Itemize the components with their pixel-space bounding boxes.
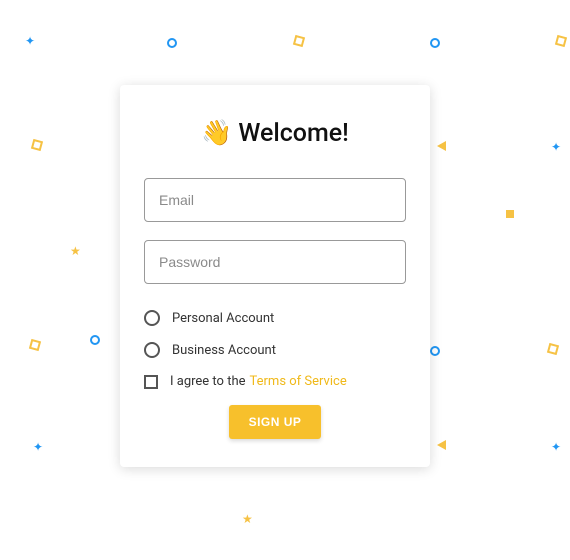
- confetti-star-icon: ✦: [33, 440, 43, 454]
- radio-business-account[interactable]: Business Account: [144, 342, 406, 358]
- confetti-star-icon: ✦: [25, 34, 35, 48]
- password-field[interactable]: [144, 240, 406, 284]
- checkbox-icon: [144, 375, 158, 389]
- confetti-square-icon: [31, 139, 43, 151]
- radio-personal-account[interactable]: Personal Account: [144, 310, 406, 326]
- checkbox-agree-tos[interactable]: I agree to the Terms of Service: [144, 374, 406, 389]
- confetti-square-icon: [555, 35, 567, 47]
- radio-icon: [144, 310, 160, 326]
- confetti-square-icon: [506, 210, 514, 218]
- wave-icon: 👋: [201, 119, 232, 148]
- confetti-star-icon: ★: [242, 512, 253, 526]
- email-field[interactable]: [144, 178, 406, 222]
- confetti-triangle-icon: [437, 141, 446, 151]
- radio-label: Business Account: [172, 343, 276, 358]
- confetti-square-icon: [293, 35, 305, 47]
- confetti-star-icon: ✦: [551, 440, 561, 454]
- confetti-star-icon: ✦: [551, 140, 561, 154]
- options-group: Personal Account Business Account I agre…: [144, 310, 406, 389]
- confetti-circle-icon: [430, 346, 440, 356]
- page-title: 👋Welcome!: [144, 119, 406, 148]
- radio-label: Personal Account: [172, 311, 274, 326]
- confetti-square-icon: [29, 339, 41, 351]
- agreement-text: I agree to the: [170, 374, 246, 389]
- confetti-square-icon: [547, 343, 559, 355]
- signup-button[interactable]: SIGN UP: [229, 405, 322, 439]
- confetti-circle-icon: [430, 38, 440, 48]
- tos-link[interactable]: Terms of Service: [250, 374, 347, 389]
- title-text: Welcome!: [238, 119, 348, 148]
- confetti-star-icon: ★: [70, 244, 81, 258]
- signup-card: 👋Welcome! Personal Account Business Acco…: [120, 85, 430, 467]
- confetti-circle-icon: [167, 38, 177, 48]
- confetti-circle-icon: [90, 335, 100, 345]
- confetti-triangle-icon: [437, 440, 446, 450]
- radio-icon: [144, 342, 160, 358]
